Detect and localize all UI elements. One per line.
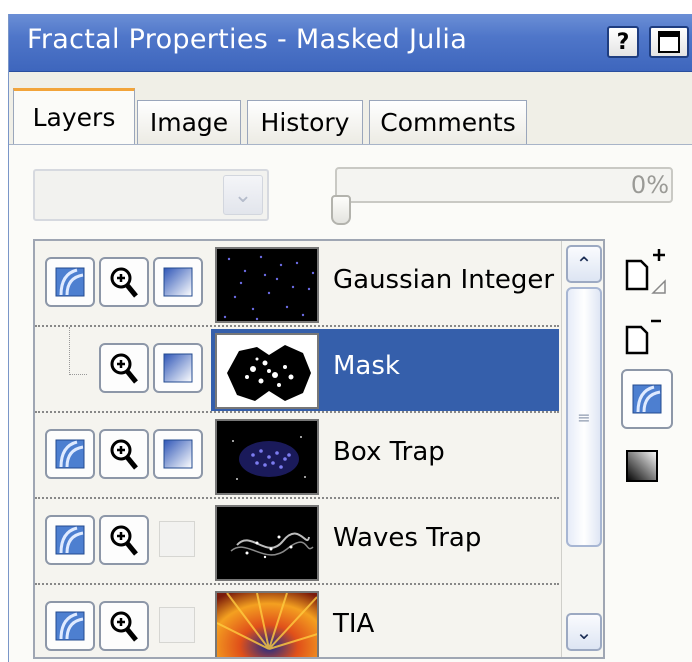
layer-row-selected[interactable]: Mask	[35, 327, 559, 413]
tab-label: Layers	[32, 103, 116, 132]
layer-row[interactable]: Waves Trap	[35, 499, 559, 585]
layer-row[interactable]: Box Trap	[35, 413, 559, 499]
delete-layer-button[interactable]	[623, 315, 663, 359]
title-bar[interactable]: Fractal Properties - Masked Julia ?	[9, 14, 692, 72]
tab-layers[interactable]: Layers	[13, 88, 135, 144]
layer-row[interactable]: Gaussian Integer	[35, 241, 559, 327]
layer-name: Mask	[333, 351, 400, 381]
layer-mode-icon	[55, 267, 85, 297]
magnifier-plus-icon	[110, 353, 138, 384]
layer-thumbnail	[215, 247, 319, 323]
layer-list-scrollbar[interactable]: ⌃ ≡ ⌄	[561, 241, 603, 657]
layer-mode-button[interactable]	[45, 601, 95, 651]
gradient-fill-button[interactable]	[623, 447, 663, 491]
help-button[interactable]: ?	[607, 26, 639, 58]
layer-mode-button[interactable]	[45, 515, 95, 565]
window-icon	[658, 31, 680, 53]
chevron-down-icon[interactable]: ⌄	[223, 175, 263, 215]
scroll-up-button[interactable]: ⌃	[566, 245, 602, 283]
tab-history[interactable]: History	[247, 100, 363, 144]
zoom-button[interactable]	[99, 429, 149, 479]
layers-panel: ⌄ 0% Gaussian Integer Mask Box Trap Wave…	[9, 144, 692, 662]
delete-layer-icon	[625, 319, 661, 355]
layer-mode-icon	[55, 611, 85, 641]
layer-thumbnail	[215, 591, 319, 657]
gradient-button[interactable]	[153, 429, 203, 479]
scroll-thumb[interactable]: ≡	[566, 287, 602, 547]
mask-thumbnail	[215, 333, 319, 409]
minimize-button[interactable]	[649, 26, 689, 58]
layer-mode-icon	[55, 525, 85, 555]
zoom-button[interactable]	[99, 343, 149, 393]
tab-label: Image	[149, 108, 229, 137]
gradient-icon	[163, 353, 193, 383]
help-icon: ?	[616, 29, 630, 55]
chevron-down-icon: ⌄	[575, 620, 593, 644]
layer-name: Gaussian Integer	[333, 265, 555, 295]
add-layer-icon	[625, 249, 666, 294]
zoom-button[interactable]	[99, 515, 149, 565]
tab-comments[interactable]: Comments	[369, 100, 527, 144]
gradient-icon	[163, 439, 193, 469]
zoom-button[interactable]	[99, 601, 149, 651]
window-title: Fractal Properties - Masked Julia	[27, 24, 468, 55]
magnifier-plus-icon	[110, 611, 138, 642]
layer-name: TIA	[333, 609, 375, 639]
grip-icon: ≡	[577, 407, 591, 427]
layer-row[interactable]: TIA	[35, 585, 559, 657]
layer-name: Waves Trap	[333, 523, 482, 553]
layer-thumbnail	[215, 505, 319, 581]
blend-mode-select[interactable]: ⌄	[33, 169, 269, 221]
magnifier-plus-icon	[110, 267, 138, 298]
opacity-value: 0%	[630, 171, 669, 199]
gradient-button[interactable]	[153, 257, 203, 307]
tab-label: History	[260, 108, 350, 137]
tab-image[interactable]: Image	[137, 100, 241, 144]
layer-mode-icon	[55, 439, 85, 469]
zoom-button[interactable]	[99, 257, 149, 307]
magnifier-plus-icon	[110, 439, 138, 470]
fractal-properties-window: Fractal Properties - Masked Julia ? Laye…	[8, 14, 692, 662]
gradient-icon	[626, 450, 658, 482]
chevron-up-icon: ⌃	[575, 252, 593, 276]
layer-mode-icon	[632, 384, 662, 414]
layer-name: Box Trap	[333, 437, 445, 467]
opacity-slider-handle[interactable]	[331, 195, 351, 225]
layer-mode-button[interactable]	[45, 429, 95, 479]
gradient-disabled-icon	[159, 521, 195, 557]
magnifier-plus-icon	[110, 525, 138, 556]
tree-connector	[69, 327, 87, 375]
gradient-disabled-icon	[159, 607, 195, 643]
scroll-down-button[interactable]: ⌄	[566, 613, 602, 651]
layer-mode-toggle[interactable]	[621, 369, 673, 429]
layer-list: Gaussian Integer Mask Box Trap Waves Tra…	[33, 239, 605, 659]
layer-mode-button[interactable]	[45, 257, 95, 307]
tab-label: Comments	[380, 108, 516, 137]
tab-strip: Layers Image History Comments	[9, 72, 692, 144]
add-layer-button[interactable]	[623, 249, 671, 303]
layer-thumbnail	[215, 419, 319, 495]
gradient-button[interactable]	[153, 343, 203, 393]
gradient-icon	[163, 267, 193, 297]
